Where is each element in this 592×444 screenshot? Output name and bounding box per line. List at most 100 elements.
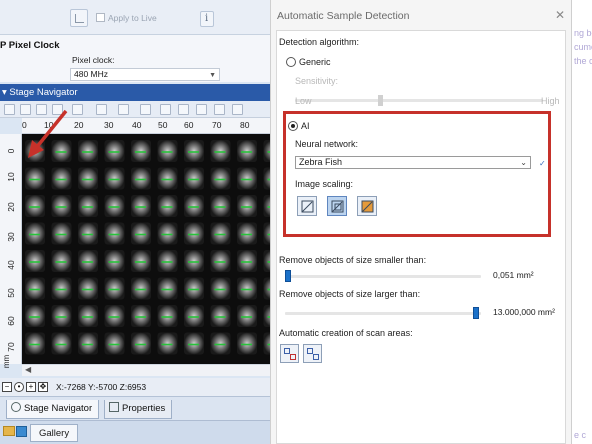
well-image xyxy=(104,167,125,190)
well-image xyxy=(78,222,98,245)
high-label: High xyxy=(541,96,560,106)
well-image xyxy=(237,250,257,272)
y-tick-label: 70 xyxy=(6,342,16,352)
map-tool-icon[interactable] xyxy=(196,104,207,115)
well-image xyxy=(131,332,151,355)
top-toolbar: Apply to Live xyxy=(0,0,272,34)
well-image xyxy=(104,250,125,272)
zoom-in-icon[interactable]: + xyxy=(26,382,36,392)
frame-tool-icon[interactable] xyxy=(160,104,171,115)
well-image xyxy=(210,195,231,217)
pixel-clock-panel: P Pixel Clock Pixel clock: 480 MHz ▼ xyxy=(0,34,272,82)
well-image xyxy=(51,195,72,217)
apply-to-live-label: Apply to Live xyxy=(108,13,157,23)
x-tick-label: 40 xyxy=(132,120,142,130)
well-image xyxy=(237,332,257,355)
stage-tool-icon[interactable] xyxy=(118,104,129,115)
pen-tool-icon[interactable] xyxy=(72,104,83,115)
y-tick-label: 40 xyxy=(6,260,16,270)
well-image xyxy=(25,277,45,300)
scan-tool-icon[interactable] xyxy=(140,104,151,115)
scaling-fill-button[interactable] xyxy=(357,196,377,216)
well-image xyxy=(104,140,125,162)
stage-status-bar: − • + ✥ X:-7268 Y:-5700 Z:6953 xyxy=(0,378,272,396)
zoom-reset-icon[interactable]: • xyxy=(14,382,24,392)
ruler-left: 0 10 20 30 40 50 60 70 xyxy=(0,134,22,364)
dialog-content: Detection algorithm: Generic Sensitivity… xyxy=(276,30,566,444)
well-image xyxy=(104,195,125,217)
well-image xyxy=(210,305,231,327)
gallery-bar: Gallery xyxy=(0,420,272,444)
ai-radio[interactable] xyxy=(288,121,298,131)
tab-label: Stage Navigator xyxy=(24,403,93,414)
edit-network-icon[interactable]: ✓ xyxy=(539,159,546,168)
zoom-out-icon[interactable]: − xyxy=(2,382,12,392)
create-scan-areas-button[interactable] xyxy=(280,344,299,363)
well-image xyxy=(78,305,98,327)
well-image xyxy=(25,195,45,217)
gallery-icon[interactable] xyxy=(16,426,27,437)
select-tool-icon[interactable] xyxy=(4,104,15,115)
microscope-app: Apply to Live P Pixel Clock Pixel clock:… xyxy=(0,0,272,444)
apply-to-live-checkbox[interactable]: Apply to Live xyxy=(96,13,157,23)
cursor-tool-icon[interactable] xyxy=(96,104,107,115)
region-tool-icon[interactable] xyxy=(178,104,189,115)
tab-gallery[interactable]: Gallery xyxy=(30,424,79,442)
tab-stage-navigator[interactable]: Stage Navigator xyxy=(6,400,100,419)
max-size-slider-thumb[interactable] xyxy=(473,307,479,319)
well-image xyxy=(78,332,98,355)
folder-icon[interactable] xyxy=(3,426,15,436)
close-icon[interactable]: ✕ xyxy=(555,8,565,22)
checkbox-box[interactable] xyxy=(96,13,105,22)
well-image xyxy=(237,195,257,217)
y-tick-label: 0 xyxy=(6,148,16,154)
info-icon[interactable] xyxy=(200,11,214,27)
well-image xyxy=(184,195,204,217)
well-image xyxy=(157,250,178,272)
well-image xyxy=(210,222,231,245)
stage-overview-image[interactable] xyxy=(22,134,272,364)
tab-properties[interactable]: Properties xyxy=(104,400,173,419)
background-text: cume xyxy=(574,42,592,52)
tab-label: Properties xyxy=(122,403,166,414)
stage-navigator-titlebar[interactable]: ▾ Stage Navigator xyxy=(0,84,272,101)
well-image xyxy=(78,195,98,217)
well-image xyxy=(51,305,72,327)
well-image xyxy=(237,140,257,162)
well-image xyxy=(157,195,178,217)
well-image xyxy=(25,222,45,245)
neural-network-label: Neural network: xyxy=(295,139,359,149)
well-image xyxy=(78,140,98,162)
horizontal-scrollbar[interactable]: ◀ xyxy=(22,364,272,376)
well-image xyxy=(237,305,257,327)
y-unit-label: mm xyxy=(2,354,12,369)
create-scan-areas-grid-button[interactable] xyxy=(303,344,322,363)
background-text: ng bo xyxy=(574,28,592,38)
measure-tool-icon[interactable] xyxy=(214,104,225,115)
scroll-left-icon[interactable]: ◀ xyxy=(25,365,31,374)
scaling-none-button[interactable] xyxy=(297,196,317,216)
neural-network-select[interactable]: Zebra Fish ⌄ xyxy=(295,156,531,169)
pixel-clock-select[interactable]: 480 MHz ▼ xyxy=(70,68,220,81)
max-size-slider-track xyxy=(285,312,481,315)
background-document: ng bo cume the c e c xyxy=(572,0,592,444)
well-image xyxy=(78,167,98,190)
y-tick-label: 60 xyxy=(6,316,16,326)
stage-wells-svg xyxy=(25,140,272,355)
x-tick-label: 30 xyxy=(104,120,114,130)
well-image xyxy=(131,277,151,300)
well-image xyxy=(51,222,72,245)
scaling-fit-button[interactable] xyxy=(327,196,347,216)
settings-tool-icon[interactable] xyxy=(232,104,243,115)
stage-coordinates: X:-7268 Y:-5700 Z:6953 xyxy=(56,382,147,392)
well-image xyxy=(210,332,231,355)
generic-radio[interactable] xyxy=(286,57,296,67)
min-size-slider-thumb[interactable] xyxy=(285,270,291,282)
well-image xyxy=(237,222,257,245)
remove-larger-label: Remove objects of size larger than: xyxy=(279,289,421,299)
y-tick-label: 10 xyxy=(6,172,16,182)
fit-view-icon[interactable]: ✥ xyxy=(38,382,48,392)
crop-icon[interactable] xyxy=(70,9,88,27)
well-image xyxy=(104,305,125,327)
well-image xyxy=(157,222,178,245)
